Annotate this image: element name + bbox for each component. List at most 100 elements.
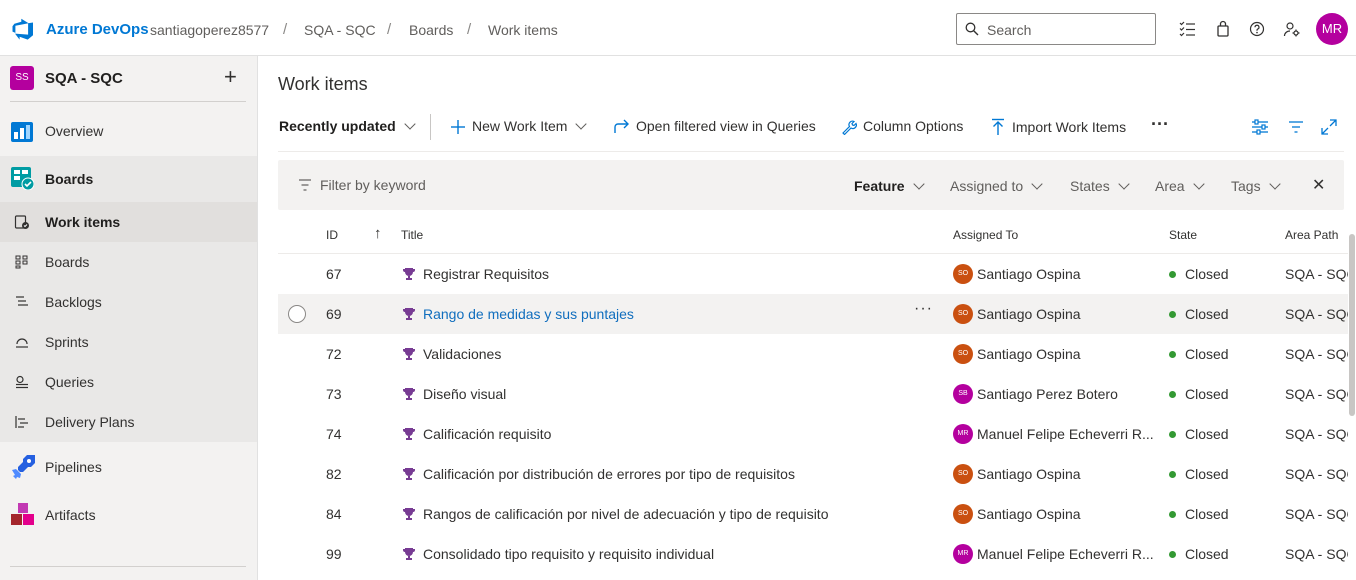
trophy-icon [403,468,415,480]
azure-devops-logo-icon[interactable] [12,18,34,40]
breadcrumb-work-items[interactable]: Work items [488,22,558,38]
table-row[interactable]: 74 Calificación requisito MR Manuel Feli… [278,414,1356,454]
table-row[interactable]: 82 Calificación por distribución de erro… [278,454,1356,494]
filter-bar: Feature Assigned to States Area Tags ✕ [278,160,1344,210]
breadcrumb-organization[interactable]: santiagoperez8577 [150,22,269,38]
row-title-link[interactable]: Consolidado tipo requisito y requisito i… [423,546,714,562]
chevron-down-icon [1118,178,1130,190]
sidebar-item-kanban-boards[interactable]: Boards [0,242,257,282]
sidebar-item-artifacts[interactable]: Artifacts [0,492,257,540]
row-more-actions-button[interactable]: ··· [914,300,933,318]
breadcrumb-boards[interactable]: Boards [409,22,453,38]
kanban-icon [15,255,28,269]
task-list-icon[interactable] [1178,20,1196,38]
row-title-link[interactable]: Rangos de calificación por nivel de adec… [423,506,828,522]
brand-name[interactable]: Azure DevOps [46,21,149,38]
row-assigned-to: Santiago Ospina [977,506,1081,522]
sidebar-item-queries[interactable]: Queries [0,362,257,402]
divider [278,151,1344,152]
column-header-id[interactable]: ID [326,228,338,242]
artifacts-icon [11,503,34,525]
table-header: ID ↑ Title Assigned To State Area Path [278,220,1356,254]
overview-icon [11,122,33,142]
settings-sliders-icon[interactable] [1251,118,1269,136]
column-header-area-path[interactable]: Area Path [1285,228,1338,242]
avatar: MR [953,424,973,444]
new-work-item-button[interactable]: New Work Item [450,118,588,135]
row-select-radio[interactable] [288,305,306,323]
sidebar-item-delivery-plans[interactable]: Delivery Plans [0,402,257,442]
wrench-icon [842,120,857,135]
toolbar: Recently updated New Work Item Open filt… [278,112,1348,144]
filter-type-dropdown[interactable]: Feature [854,178,925,194]
trophy-icon [403,508,415,520]
search-box[interactable] [956,13,1156,45]
row-title-link[interactable]: Rango de medidas y sus puntajes [423,306,634,322]
table-row[interactable]: 69 Rango de medidas y sus puntajes ··· S… [278,294,1356,334]
sidebar: SS SQA - SQC + Overview Boards Work item… [0,56,258,580]
user-avatar[interactable]: MR [1316,13,1348,45]
view-selector-label: Recently updated [279,118,396,134]
row-area-path: SQA - SQC [1285,266,1356,282]
project-name[interactable]: SQA - SQC [45,70,123,87]
expand-icon[interactable] [1321,119,1337,135]
filter-states-label: States [1070,178,1110,194]
sidebar-item-overview[interactable]: Overview [0,108,257,156]
search-input[interactable] [987,20,1147,40]
trophy-icon [403,348,415,360]
trophy-icon [403,308,415,320]
sidebar-item-backlogs[interactable]: Backlogs [0,282,257,322]
clear-filter-button[interactable]: ✕ [1312,175,1325,195]
help-icon[interactable] [1248,20,1266,38]
filter-states-dropdown[interactable]: States [1070,178,1130,194]
sidebar-item-label: Pipelines [45,459,102,475]
user-settings-icon[interactable] [1283,20,1301,38]
trophy-icon [403,548,415,560]
import-work-items-button[interactable]: Import Work Items [990,118,1126,136]
row-title-link[interactable]: Calificación requisito [423,426,551,442]
delivery-plans-icon [15,416,28,428]
shopping-bag-icon[interactable] [1214,20,1232,38]
column-options-button[interactable]: Column Options [841,118,963,135]
add-icon[interactable]: + [224,64,237,90]
filter-icon[interactable] [1288,119,1304,135]
column-header-title[interactable]: Title [401,228,423,242]
table-row[interactable]: 72 Validaciones SO Santiago Ospina Close… [278,334,1356,374]
sidebar-item-sprints[interactable]: Sprints [0,322,257,362]
table-row[interactable]: 84 Rangos de calificación por nivel de a… [278,494,1356,534]
filter-tags-dropdown[interactable]: Tags [1231,178,1281,194]
scrollbar-thumb[interactable] [1349,234,1355,416]
breadcrumb-separator: / [467,21,472,38]
sidebar-item-work-items[interactable]: Work items [0,202,257,242]
avatar: SO [953,304,973,324]
row-title-link[interactable]: Validaciones [423,346,501,362]
row-title-link[interactable]: Diseño visual [423,386,506,402]
breadcrumb-project[interactable]: SQA - SQC [304,22,376,38]
state-indicator [1169,471,1176,478]
open-in-queries-button[interactable]: Open filtered view in Queries [612,118,816,135]
table-row[interactable]: 73 Diseño visual SB Santiago Perez Boter… [278,374,1356,414]
sidebar-item-boards[interactable]: Boards [0,156,257,204]
row-title-link[interactable]: Calificación por distribución de errores… [423,466,795,482]
row-area-path: SQA - SQC [1285,546,1356,562]
page-title: Work items [278,74,368,94]
row-title-link[interactable]: Registrar Requisitos [423,266,549,282]
view-selector[interactable]: Recently updated [279,118,416,134]
state-indicator [1169,351,1176,358]
column-header-assigned-to[interactable]: Assigned To [953,228,1018,242]
more-actions-button[interactable]: ··· [1151,114,1169,135]
filter-icon [299,179,311,191]
filter-assigned-dropdown[interactable]: Assigned to [950,178,1043,194]
project-header[interactable]: SS SQA - SQC + [10,64,248,100]
column-header-state[interactable]: State [1169,228,1197,242]
filter-keyword-input[interactable] [320,175,620,195]
table-row[interactable]: 67 Registrar Requisitos SO Santiago Ospi… [278,254,1356,294]
sidebar-item-pipelines[interactable]: Pipelines [0,444,257,492]
row-area-path: SQA - SQC [1285,306,1356,322]
table-row[interactable]: 99 Consolidado tipo requisito y requisit… [278,534,1356,574]
filter-area-dropdown[interactable]: Area [1155,178,1205,194]
open-in-queries-label: Open filtered view in Queries [636,118,816,134]
row-state: Closed [1185,266,1229,282]
sort-ascending-icon[interactable]: ↑ [374,225,382,242]
vertical-scrollbar[interactable] [1348,218,1356,580]
